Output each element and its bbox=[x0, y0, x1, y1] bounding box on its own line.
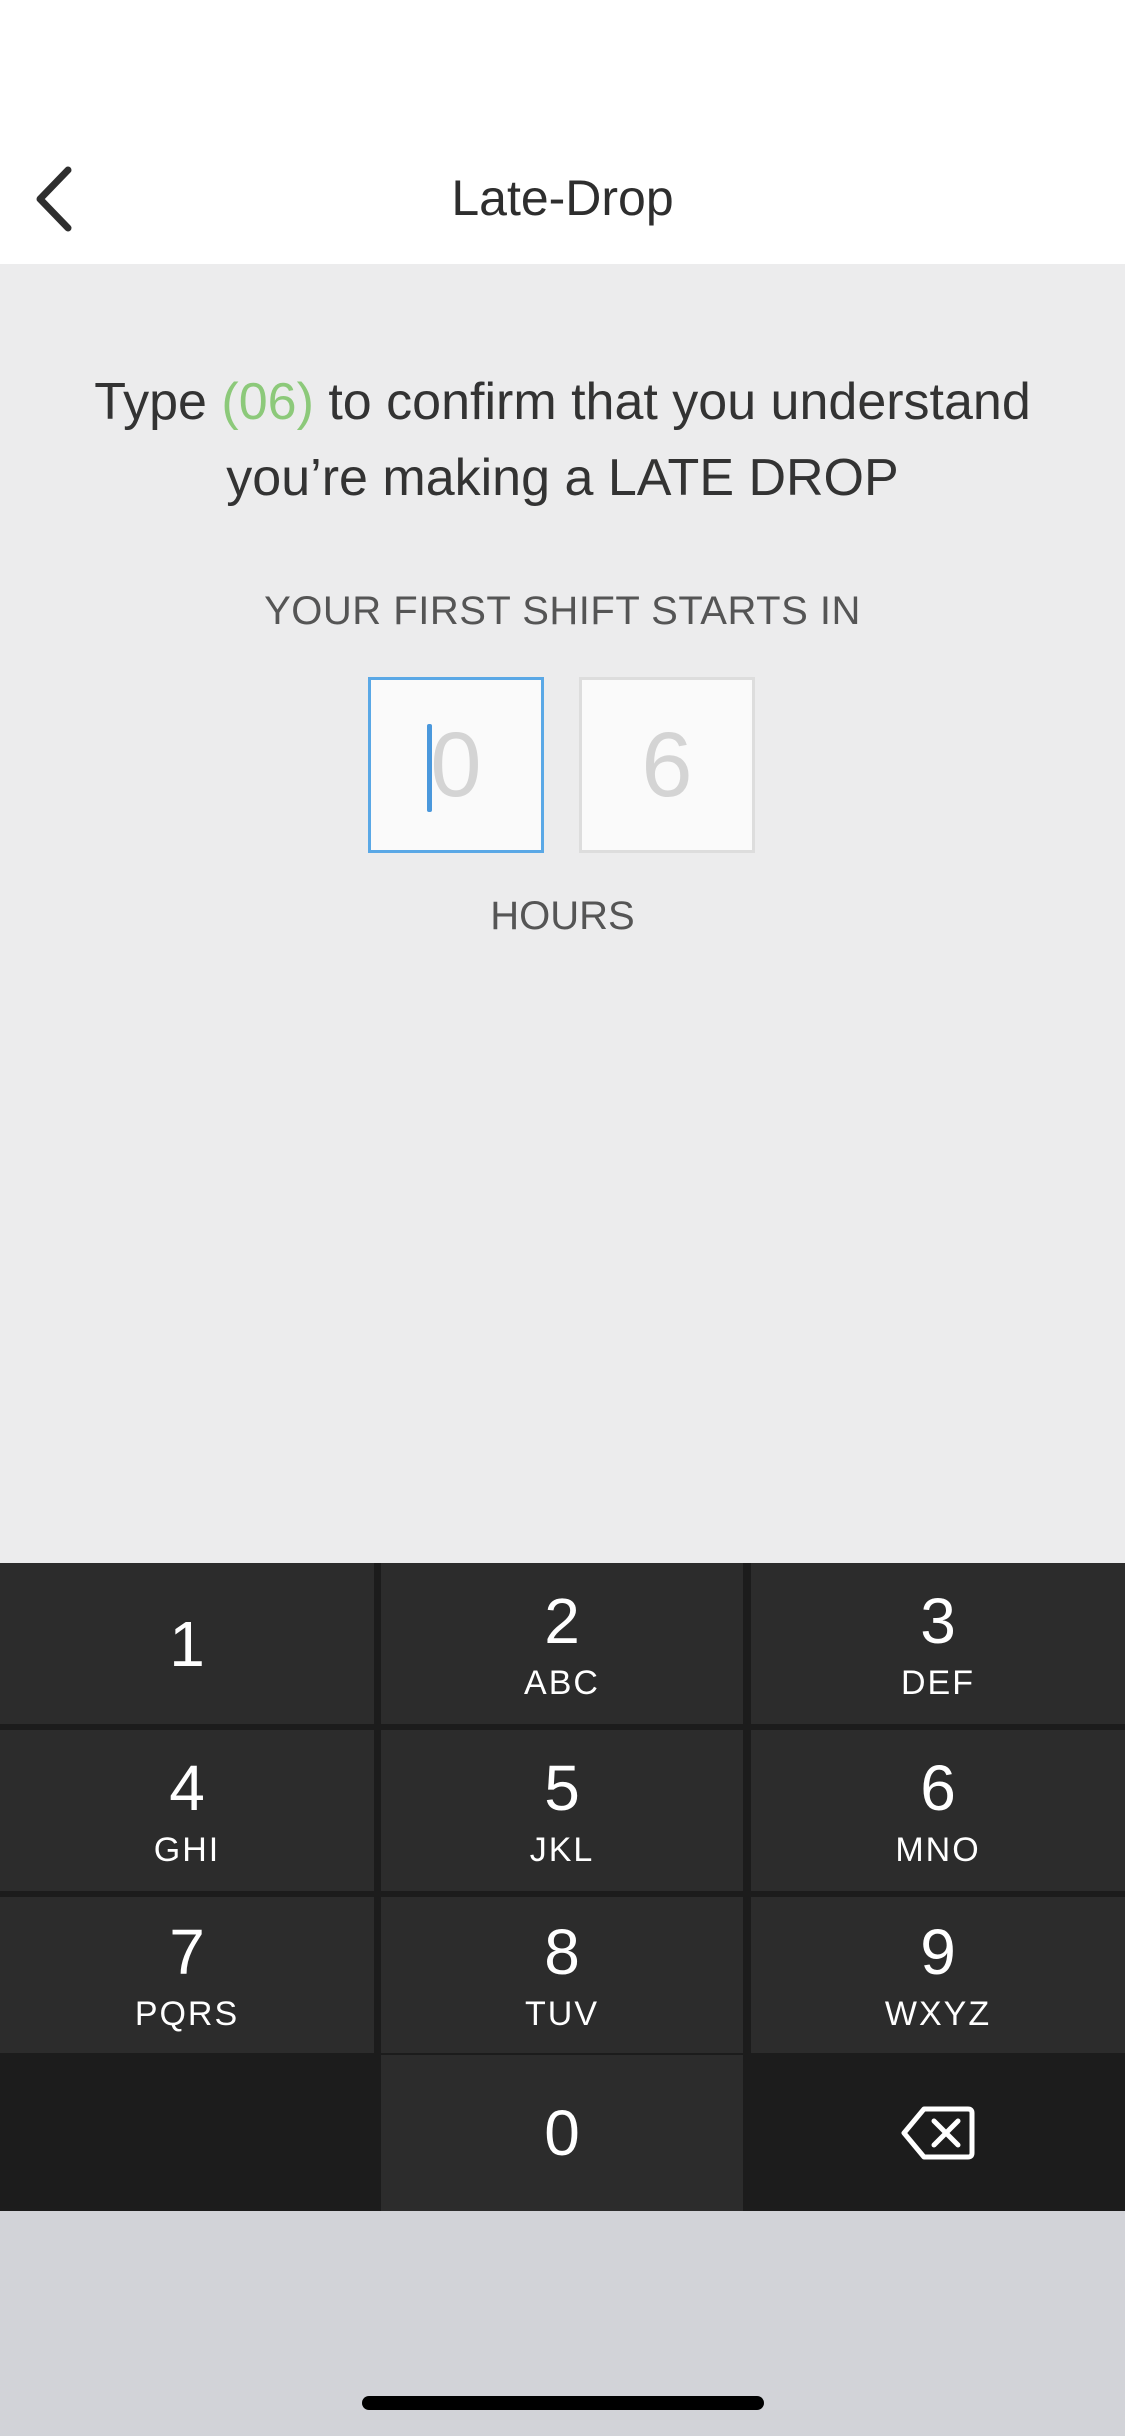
key-letters: JKL bbox=[529, 1830, 595, 1869]
key-empty bbox=[0, 2055, 374, 2211]
key-9[interactable]: 9 WXYZ bbox=[751, 1897, 1125, 2053]
key-2[interactable]: 2 ABC bbox=[381, 1563, 743, 1724]
key-digit: 9 bbox=[920, 1916, 956, 1988]
confirmation-code: (06) bbox=[221, 373, 314, 431]
shift-start-label: YOUR FIRST SHIFT STARTS IN bbox=[264, 589, 861, 633]
key-digit: 4 bbox=[169, 1751, 205, 1824]
keyboard-footer bbox=[0, 2211, 1125, 2436]
key-letters: DEF bbox=[901, 1663, 975, 1702]
key-digit: 3 bbox=[920, 1584, 956, 1657]
key-6[interactable]: 6 MNO bbox=[751, 1730, 1125, 1891]
confirmation-panel: Type (06) to confirm that you understand… bbox=[0, 264, 1125, 1563]
key-letters: GHI bbox=[153, 1830, 221, 1869]
digit-input-2[interactable]: 6 bbox=[579, 677, 755, 853]
digit-input-1[interactable]: 0 bbox=[368, 677, 544, 853]
key-digit: 2 bbox=[544, 1584, 580, 1657]
backspace-icon bbox=[901, 2106, 975, 2160]
key-3[interactable]: 3 DEF bbox=[751, 1563, 1125, 1724]
instruction-text: Type (06) to confirm that you understand… bbox=[60, 364, 1065, 516]
key-digit: 6 bbox=[920, 1751, 956, 1824]
key-letters: WXYZ bbox=[884, 1995, 992, 2033]
chevron-left-icon bbox=[36, 166, 72, 232]
key-digit: 5 bbox=[544, 1751, 580, 1824]
key-1[interactable]: 1 bbox=[0, 1563, 374, 1724]
home-indicator[interactable] bbox=[362, 2396, 764, 2410]
key-7[interactable]: 7 PQRS bbox=[0, 1897, 374, 2053]
text-cursor bbox=[427, 724, 432, 812]
navigation-bar: Late-Drop bbox=[0, 132, 1125, 264]
key-digit: 8 bbox=[544, 1916, 580, 1988]
key-letters: MNO bbox=[895, 1830, 981, 1869]
digit-placeholder-1: 0 bbox=[430, 713, 482, 816]
key-digit: 1 bbox=[169, 1607, 205, 1680]
hours-label: HOURS bbox=[490, 894, 635, 938]
key-4[interactable]: 4 GHI bbox=[0, 1730, 374, 1891]
status-bar bbox=[0, 0, 1125, 132]
numeric-keypad: 1 2 ABC 3 DEF 4 GHI 5 JKL 6 MNO 7 PQRS 8… bbox=[0, 1563, 1125, 2211]
instruction-suffix: to confirm that you understand you’re ma… bbox=[226, 373, 1031, 507]
key-0[interactable]: 0 bbox=[381, 2055, 743, 2211]
digit-placeholder-2: 6 bbox=[641, 713, 693, 816]
back-button[interactable] bbox=[10, 154, 100, 244]
key-letters: PQRS bbox=[134, 1995, 240, 2033]
key-letters: ABC bbox=[524, 1663, 600, 1702]
key-letters: TUV bbox=[525, 1995, 599, 2033]
page-title: Late-Drop bbox=[451, 170, 674, 226]
key-5[interactable]: 5 JKL bbox=[381, 1730, 743, 1891]
delete-key[interactable] bbox=[751, 2055, 1125, 2211]
key-8[interactable]: 8 TUV bbox=[381, 1897, 743, 2053]
instruction-prefix: Type bbox=[94, 373, 222, 431]
key-digit: 0 bbox=[544, 2097, 580, 2169]
key-digit: 7 bbox=[169, 1916, 205, 1988]
